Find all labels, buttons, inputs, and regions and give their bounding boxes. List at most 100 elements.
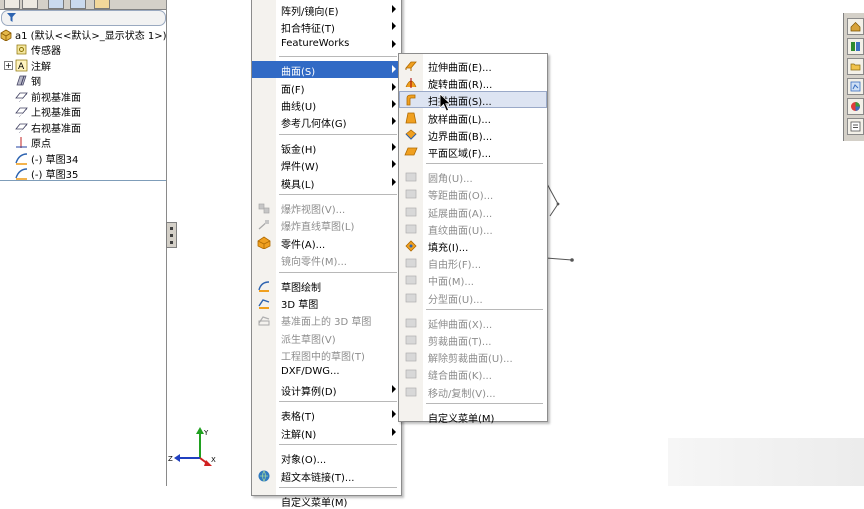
menu-item-30[interactable]: 对象(O)...	[252, 449, 401, 466]
expand-toggle[interactable]: +	[4, 60, 13, 70]
menu-item-11[interactable]: 焊件(W)	[252, 156, 401, 173]
submenu-item-18[interactable]: 剪裁曲面(T)...	[399, 331, 547, 348]
menu-item-24[interactable]: DXF/DWG...	[252, 364, 401, 381]
submenu-item-12[interactable]: 填充(I)...	[399, 237, 547, 254]
tree-item-5[interactable]: 上视基准面	[0, 104, 166, 119]
library-icon	[851, 42, 860, 51]
submenu-item-1[interactable]: 拉伸曲面(E)...	[399, 57, 547, 74]
hyperlink-icon	[257, 469, 271, 482]
submenu-item-6[interactable]: 平面区域(F)...	[399, 143, 547, 160]
tab-property-manager[interactable]	[22, 0, 38, 9]
menu-item-25[interactable]: 设计算例(D)	[252, 381, 401, 398]
sketch-geometry[interactable]	[540, 168, 620, 268]
menu-item-7[interactable]: 曲线(U)	[252, 96, 401, 113]
submenu-item-3[interactable]: 扫描曲面(S)...	[399, 91, 547, 109]
submenu-item-19[interactable]: 解除剪裁曲面(U)...	[399, 348, 547, 365]
menu-item-label: 扣合特征(T)	[281, 24, 335, 36]
submenu-item-4[interactable]: 放样曲面(L)...	[399, 109, 547, 126]
panel-resize-handle[interactable]	[166, 222, 177, 248]
radiate-surface-icon	[404, 205, 418, 218]
tp-design-library-tab[interactable]	[847, 38, 864, 55]
menu-separator	[279, 401, 397, 403]
tree-item-1[interactable]: 传感器	[0, 42, 166, 57]
submenu-arrow-icon	[392, 385, 396, 393]
submenu-item-5[interactable]: 边界曲面(B)...	[399, 126, 547, 143]
submenu-item-13[interactable]: 自由形(F)...	[399, 254, 547, 271]
tree-item-3[interactable]: 钢	[0, 73, 166, 88]
submenu-item-23[interactable]: 自定义菜单(M)	[399, 408, 547, 425]
tree-filter-input[interactable]	[1, 10, 166, 26]
explode-line-icon	[257, 218, 271, 231]
submenu-item-14[interactable]: 中面(M)...	[399, 271, 547, 288]
tab-configuration-manager[interactable]	[48, 0, 64, 9]
tree-item-8[interactable]: (-) 草图34	[0, 151, 166, 166]
menu-item-21[interactable]: 基准面上的 3D 草图	[252, 311, 401, 328]
submenu-item-label: 移动/复制(V)...	[428, 388, 496, 400]
sensor-icon	[15, 43, 28, 56]
menu-item-33[interactable]: 自定义菜单(M)	[252, 492, 401, 509]
parting-surface-icon	[404, 291, 418, 304]
menu-item-23[interactable]: 工程图中的草图(T)	[252, 346, 401, 363]
menu-item-label: 表格(T)	[281, 412, 315, 424]
submenu-item-20[interactable]: 缝合曲面(K)...	[399, 365, 547, 382]
menu-item-20[interactable]: 3D 草图	[252, 294, 401, 311]
submenu-arrow-icon	[392, 117, 396, 126]
tree-item-7[interactable]: 原点	[0, 135, 166, 150]
menu-item-3[interactable]: FeatureWorks	[252, 36, 401, 53]
tab-feature-tree[interactable]	[4, 0, 20, 9]
menu-item-14[interactable]: 爆炸视图(V)...	[252, 199, 401, 216]
submenu-item-17[interactable]: 延伸曲面(X)...	[399, 314, 547, 331]
menu-item-label: 爆炸直线草图(L)	[281, 222, 355, 234]
tree-item-9[interactable]: (-) 草图35	[0, 166, 166, 181]
menu-item-15[interactable]: 爆炸直线草图(L)	[252, 216, 401, 233]
submenu-item-21[interactable]: 移动/复制(V)...	[399, 383, 547, 400]
svg-text:A: A	[18, 62, 25, 72]
submenu-arrow-icon	[392, 65, 396, 74]
knit-surface-icon	[404, 367, 418, 380]
planar-surface-icon	[404, 145, 418, 158]
menu-item-1[interactable]: 阵列/镜向(E)	[252, 1, 401, 18]
tree-item-6[interactable]: 右视基准面	[0, 120, 166, 135]
menu-item-6[interactable]: 面(F)	[252, 79, 401, 96]
menu-item-19[interactable]: 草图绘制	[252, 277, 401, 294]
tree-part-root[interactable]: a1 (默认<<默认>_显示状态 1>)	[0, 27, 167, 42]
submenu-item-8[interactable]: 圆角(U)...	[399, 168, 547, 185]
annotation-icon: A	[15, 59, 28, 72]
menu-item-12[interactable]: 模具(L)	[252, 174, 401, 191]
tp-appearances-tab[interactable]	[847, 98, 864, 115]
tree-item-2[interactable]: + A 注解	[0, 58, 166, 73]
tp-file-explorer-tab[interactable]	[847, 58, 864, 75]
menu-item-17[interactable]: 镜向零件(M)...	[252, 251, 401, 268]
menu-item-10[interactable]: 钣金(H)	[252, 139, 401, 156]
submenu-item-11[interactable]: 直纹曲面(U)...	[399, 220, 547, 237]
menu-item-16[interactable]: 零件(A)...	[252, 234, 401, 251]
submenu-item-label: 旋转曲面(R)...	[428, 80, 493, 92]
submenu-arrow-icon	[392, 22, 396, 31]
tree-item-4[interactable]: 前视基准面	[0, 89, 166, 104]
coordinate-triad: Y Z X	[168, 427, 216, 466]
menu-item-5[interactable]: 曲面(S)	[252, 61, 401, 79]
menu-item-27[interactable]: 表格(T)	[252, 406, 401, 423]
menu-item-31[interactable]: 超文本链接(T)...	[252, 467, 401, 484]
menu-item-28[interactable]: 注解(N)	[252, 424, 401, 441]
tp-custom-properties-tab[interactable]	[847, 118, 864, 135]
submenu-item-label: 填充(I)...	[428, 243, 469, 254]
submenu-item-10[interactable]: 延展曲面(A)...	[399, 203, 547, 220]
fillet-icon	[404, 170, 418, 183]
tp-resources-tab[interactable]	[847, 18, 864, 35]
menu-item-label: 基准面上的 3D 草图	[281, 317, 372, 329]
mouse-cursor-icon	[439, 93, 452, 112]
submenu-item-2[interactable]: 旋转曲面(R)...	[399, 74, 547, 91]
menu-item-22[interactable]: 派生草图(V)	[252, 329, 401, 346]
sketch-draw-icon	[257, 279, 271, 292]
submenu-item-9[interactable]: 等距曲面(O)...	[399, 185, 547, 202]
submenu-item-15[interactable]: 分型面(U)...	[399, 289, 547, 306]
midsurface-icon	[404, 273, 418, 286]
tab-display-manager[interactable]	[94, 0, 110, 9]
menu-item-8[interactable]: 参考几何体(G)	[252, 113, 401, 130]
tp-view-palette-tab[interactable]	[847, 78, 864, 95]
tab-dimxpert-manager[interactable]	[70, 0, 86, 9]
menu-item-2[interactable]: 扣合特征(T)	[252, 18, 401, 35]
